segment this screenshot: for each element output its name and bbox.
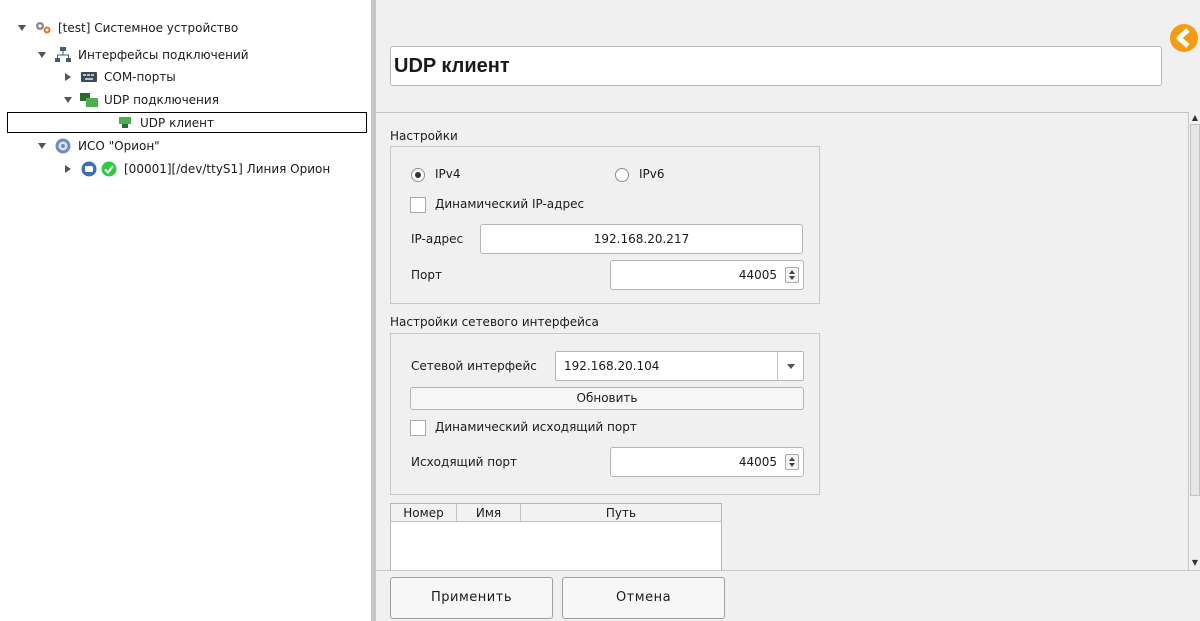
ip-label: IP-адрес [411,232,464,246]
apply-button[interactable]: Применить [390,577,553,619]
out-port-value: 44005 [738,455,777,469]
action-bar: Применить Отмена [376,570,1200,621]
chevron-down-icon[interactable] [777,352,803,380]
ip-address-input[interactable]: 192.168.20.217 [480,224,803,254]
scrollbar-thumb[interactable] [1190,124,1200,496]
tree-item-interfaces[interactable]: Интерфейсы подключений [36,45,249,65]
tree-item-label: [test] Системное устройство [58,21,239,35]
tree-item-com-ports[interactable]: СОМ-порты [62,67,176,87]
tree-item-line[interactable]: [00001][/dev/ttyS1] Линия Орион [62,159,330,179]
editor-panel: UDP клиент Настройки IPv4 IPv6 Динамичес… [376,0,1200,621]
column-header-name[interactable]: Имя [457,504,521,522]
ipv4-label: IPv4 [435,167,461,181]
network-icon [54,47,72,63]
cancel-button[interactable]: Отмена [562,577,725,619]
expand-down-icon[interactable] [36,140,48,152]
tree-item-label: UDP подключения [104,93,219,107]
paths-table[interactable]: Номер Имя Путь [390,503,722,570]
vertical-scrollbar[interactable]: ▲ ▼ [1188,112,1200,570]
column-header-number[interactable]: Номер [391,504,457,522]
iso-device-icon [54,138,72,154]
settings-section-label: Настройки [390,129,458,143]
status-ok-icon [100,161,118,177]
expand-right-icon[interactable] [62,71,74,83]
port-spinbox[interactable]: 44005 [610,260,804,290]
udp-client-icon [116,115,134,131]
back-icon[interactable] [1168,22,1200,54]
interface-label: Сетевой интерфейс [411,359,537,373]
page-title: UDP клиент [390,46,1162,86]
dynamic-port-label: Динамический исходящий порт [435,420,637,434]
dynamic-port-checkbox[interactable] [410,420,426,436]
gears-icon [34,20,52,36]
network-group: Сетевой интерфейс 192.168.20.104 Обновит… [390,333,820,495]
tree-item-iso[interactable]: ИСО "Орион" [36,136,160,156]
device-tree: [test] Системное устройство Интерфейсы п… [0,0,372,621]
dynamic-ip-checkbox[interactable] [410,197,426,213]
expand-right-icon[interactable] [62,163,74,175]
tree-item-label: ИСО "Орион" [78,139,160,153]
expand-down-icon[interactable] [16,22,28,34]
interface-value: 192.168.20.104 [564,359,660,373]
tree-item-label: Интерфейсы подключений [78,48,249,62]
tree-item-label: UDP клиент [140,115,215,130]
column-header-path[interactable]: Путь [521,504,721,522]
tree-item-label: [00001][/dev/ttyS1] Линия Орион [124,162,331,176]
ipv6-radio[interactable] [615,168,629,182]
interface-select[interactable]: 192.168.20.104 [555,351,804,381]
port-label: Порт [411,268,442,282]
out-port-label: Исходящий порт [411,455,518,469]
scroll-up-icon[interactable]: ▲ [1190,113,1200,123]
line-device-icon [80,161,98,177]
settings-scroll-area[interactable]: Настройки IPv4 IPv6 Динамический IP-адре… [376,112,1200,570]
com-port-icon [80,69,98,85]
refresh-button[interactable]: Обновить [410,387,804,410]
table-header: Номер Имя Путь [391,504,721,522]
dynamic-ip-label: Динамический IP-адрес [435,197,585,211]
udp-icon [80,92,98,108]
network-section-label: Настройки сетевого интерфейса [390,315,599,329]
spin-arrows-icon[interactable] [785,267,799,283]
tree-item-label: СОМ-порты [104,70,176,84]
scroll-down-icon[interactable]: ▼ [1190,558,1200,568]
expand-down-icon[interactable] [36,49,48,61]
ipv4-radio[interactable] [411,168,425,182]
tree-item-udp-client[interactable]: UDP клиент [7,112,367,133]
tree-item-udp[interactable]: UDP подключения [62,90,219,110]
settings-group: IPv4 IPv6 Динамический IP-адрес IP-адрес… [390,146,820,304]
ipv6-label: IPv6 [639,167,665,181]
expand-down-icon[interactable] [62,94,74,106]
spin-arrows-icon[interactable] [785,454,799,470]
tree-item-root[interactable]: [test] Системное устройство [16,18,238,38]
port-value: 44005 [738,268,777,282]
out-port-spinbox[interactable]: 44005 [610,447,804,477]
